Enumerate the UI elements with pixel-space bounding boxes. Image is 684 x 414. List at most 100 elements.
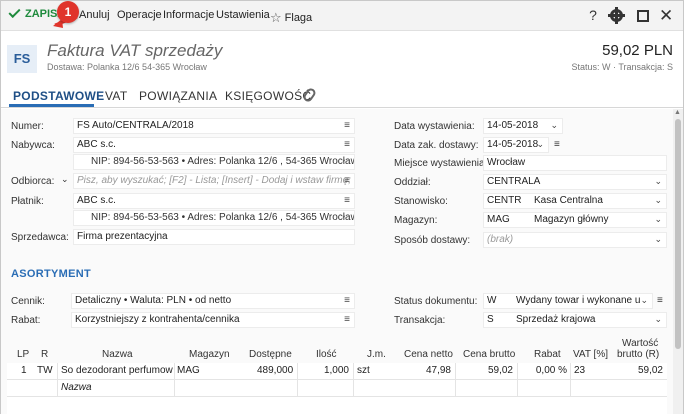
menu-icon[interactable]: ≡	[344, 294, 350, 308]
sposob-dostawy-select[interactable]: (brak) ⌄	[483, 232, 667, 248]
col-vat[interactable]: VAT [%]	[573, 349, 608, 360]
divider	[297, 380, 298, 397]
divider	[297, 363, 298, 380]
oddzial-select[interactable]: CENTRALA ⌄	[483, 174, 667, 190]
form-content: Numer: FS Auto/CENTRALA/2018 ≡ Nabywca: A…	[1, 109, 673, 414]
col-r[interactable]: R	[41, 349, 48, 360]
cell-dostepne: 489,000	[257, 365, 293, 376]
invoice-window: ZAPISZ Anuluj Operacje Informacje Ustawi…	[0, 0, 684, 414]
menu-icon[interactable]: ≡	[344, 174, 350, 188]
operations-menu[interactable]: Operacje	[117, 9, 162, 21]
miejsce-label: Miejsce wystawienia:	[394, 158, 488, 169]
rabat-field[interactable]: Korzystniejszy z kontrahenta/cennika ≡	[71, 312, 355, 328]
maximize-icon[interactable]	[637, 10, 649, 22]
tab-podstawowe[interactable]: PODSTAWOWE	[13, 89, 104, 103]
magazyn-label: Magazyn:	[394, 215, 438, 226]
chevron-down-icon[interactable]: ⌄	[654, 213, 662, 226]
status-dokumentu-label: Status dokumentu:	[394, 296, 478, 307]
active-tab-indicator	[9, 104, 94, 107]
cell-r: TW	[37, 365, 53, 376]
chevron-down-icon[interactable]: ⌄	[61, 174, 69, 185]
divider	[570, 380, 571, 397]
total-amount: 59,02 PLN	[602, 42, 673, 59]
menu-icon[interactable]: ≡	[344, 119, 350, 133]
divider	[174, 363, 175, 380]
nabywca-field[interactable]: ABC s.c. ≡	[73, 137, 355, 153]
settings-menu[interactable]: Ustawienia	[216, 9, 270, 21]
odbiorca-input[interactable]: Pisz, aby wyszukać; [F2] - Lista; [Inser…	[73, 173, 355, 189]
divider	[517, 380, 518, 397]
numer-field[interactable]: FS Auto/CENTRALA/2018 ≡	[73, 118, 355, 134]
cancel-button[interactable]: Anuluj	[79, 9, 110, 21]
col-lp[interactable]: LP	[17, 349, 29, 360]
new-row[interactable]: Nazwa	[7, 380, 667, 397]
miejsce-field[interactable]: Wrocław	[483, 155, 667, 171]
data-wystawienia-field[interactable]: 14-05-2018 ⌄	[483, 118, 563, 134]
menu-icon[interactable]: ≡	[344, 194, 350, 208]
divider	[353, 380, 354, 397]
chevron-down-icon[interactable]: ⌄	[654, 313, 662, 326]
transakcja-label: Transakcja:	[394, 315, 446, 326]
tab-bar: PODSTAWOWE VAT POWIĄZANIA KSIĘGOWOŚĆ	[1, 84, 683, 108]
col-cena-netto[interactable]: Cena netto	[404, 349, 453, 360]
status-dokumentu-select[interactable]: W Wydany towar i wykonane usługi ⌄	[483, 293, 653, 309]
col-wartosc[interactable]: Wartość	[622, 338, 658, 349]
new-row-name-input[interactable]: Nazwa	[61, 382, 92, 393]
divider	[57, 363, 58, 380]
menu-icon[interactable]: ≡	[554, 139, 560, 150]
odbiorca-label[interactable]: Odbiorca:	[11, 176, 54, 187]
data-wystawienia-label: Data wystawienia:	[394, 121, 475, 132]
scroll-thumb[interactable]	[675, 119, 681, 349]
platnik-details: NIP: 894-56-53-563 • Adres: Polanka 12/6…	[73, 210, 355, 226]
numer-label: Numer:	[11, 121, 44, 132]
sprzedawca-field[interactable]: Firma prezentacyjna	[73, 229, 355, 245]
magazyn-select[interactable]: MAG Magazyn główny ⌄	[483, 212, 667, 228]
chevron-down-icon[interactable]: ⌄	[654, 194, 662, 207]
table-row[interactable]: 1 TW So dezodorant perfumow... MAG 489,0…	[7, 363, 667, 380]
chevron-down-icon[interactable]: ⌄	[654, 175, 662, 188]
info-menu[interactable]: Informacje	[163, 9, 214, 21]
col-ilosc[interactable]: Ilość	[316, 349, 337, 360]
chevron-down-icon[interactable]: ⌄	[550, 119, 558, 132]
cell-rabat: 0,00 %	[535, 365, 567, 376]
data-zak-dostawy-field[interactable]: 14-05-2018 ⌄	[483, 137, 549, 153]
stanowisko-select[interactable]: CENTR Kasa Centralna ⌄	[483, 193, 667, 209]
divider	[57, 380, 58, 397]
menu-icon[interactable]: ≡	[344, 138, 350, 152]
platnik-label: Płatnik:	[11, 196, 44, 207]
col-nazwa[interactable]: Nazwa	[102, 349, 133, 360]
tab-ksiegowosc[interactable]: KSIĘGOWOŚĆ	[225, 89, 311, 103]
col-magazyn[interactable]: Magazyn	[189, 349, 230, 360]
vertical-scrollbar[interactable]: ▲	[673, 109, 683, 414]
cell-vat: 23	[574, 365, 586, 376]
col-cena-brutto[interactable]: Cena brutto	[463, 349, 515, 360]
tab-vat[interactable]: VAT	[105, 89, 127, 103]
gear-icon[interactable]	[608, 7, 625, 24]
col-jm[interactable]: J.m.	[367, 349, 386, 360]
divider	[455, 380, 456, 397]
flag-button[interactable]: ☆ Flaga	[270, 9, 312, 25]
chevron-down-icon[interactable]: ⌄	[536, 138, 544, 151]
help-button[interactable]: ?	[585, 7, 601, 23]
rabat-label: Rabat:	[11, 315, 41, 326]
cell-nazwa: So dezodorant perfumow...	[61, 365, 173, 376]
oddzial-label: Oddział:	[394, 177, 431, 188]
cennik-field[interactable]: Detaliczny • Waluta: PLN • od netto ≡	[71, 293, 355, 309]
scroll-up-icon[interactable]: ▲	[674, 109, 681, 116]
data-zak-dostawy-label: Data zak. dostawy:	[394, 140, 479, 151]
platnik-field[interactable]: ABC s.c. ≡	[73, 193, 355, 209]
status-line: Status: W · Transakcja: S	[571, 62, 673, 72]
check-icon	[8, 5, 21, 19]
chevron-down-icon[interactable]: ⌄	[654, 233, 662, 246]
menu-icon[interactable]: ≡	[344, 313, 350, 327]
col-rabat[interactable]: Rabat	[534, 349, 561, 360]
close-icon[interactable]: ✕	[659, 6, 673, 26]
chevron-down-icon[interactable]: ⌄	[640, 294, 648, 307]
tab-powiazania[interactable]: POWIĄZANIA	[139, 89, 217, 103]
transakcja-select[interactable]: S Sprzedaż krajowa ⌄	[483, 312, 667, 328]
nabywca-label: Nabywca:	[11, 140, 55, 151]
col-dostepne[interactable]: Dostępne	[249, 349, 292, 360]
menu-icon[interactable]: ≡	[657, 295, 663, 306]
col-wartosc-brutto[interactable]: brutto (R)	[617, 349, 659, 360]
nabywca-details: NIP: 894-56-53-563 • Adres: Polanka 12/6…	[73, 154, 355, 170]
